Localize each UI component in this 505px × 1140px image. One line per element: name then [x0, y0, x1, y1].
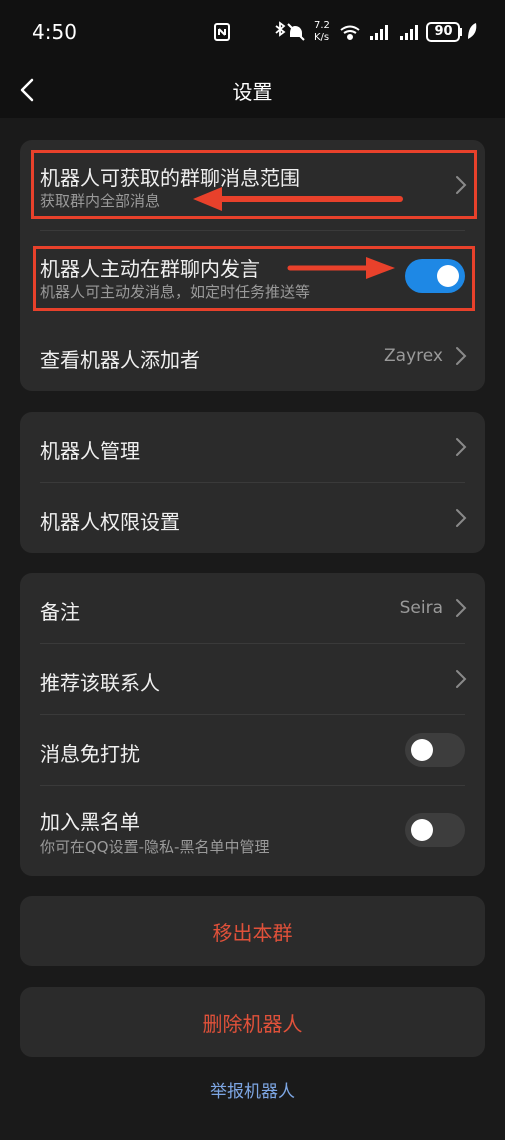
bot-manage-row[interactable]: 机器人管理 [20, 412, 485, 482]
recommend-title: 推荐该联系人 [40, 671, 160, 695]
report-bot-link[interactable]: 举报机器人 [0, 1077, 505, 1102]
chevron-right-icon [456, 599, 467, 617]
status-bar: 4:50 7.2 K/s 90 [0, 0, 505, 62]
bot-admin-card: 机器人管理 机器人权限设置 [20, 412, 485, 553]
chevron-right-icon [456, 347, 467, 365]
blacklist-toggle[interactable] [405, 813, 465, 847]
nfc-icon [214, 23, 230, 41]
remark-row[interactable]: 备注 Seira [20, 573, 485, 643]
bluetooth-icon [275, 21, 286, 37]
remove-from-group-button[interactable]: 移出本群 [20, 896, 485, 966]
bot-permissions-title: 机器人权限设置 [40, 510, 180, 534]
leaf-icon [468, 23, 477, 39]
divider [40, 230, 465, 231]
bot-permissions-row[interactable]: 机器人权限设置 [20, 483, 485, 553]
recommend-row[interactable]: 推荐该联系人 [20, 644, 485, 714]
blacklist-subtitle: 你可在QQ设置-隐私-黑名单中管理 [40, 838, 270, 856]
dnd-row: 消息免打扰 [20, 715, 485, 785]
view-adder-value: Zayrex [384, 346, 443, 366]
signal-icon [370, 25, 388, 40]
chevron-right-icon [456, 509, 467, 527]
remark-title: 备注 [40, 600, 80, 624]
toggle-knob [411, 739, 433, 761]
highlight-box [31, 150, 477, 219]
battery-level: 90 [434, 24, 453, 39]
contact-settings-card: 备注 Seira 推荐该联系人 消息免打扰 加入黑名单 你可在QQ设置-隐私-黑… [20, 573, 485, 876]
page-title: 设置 [232, 80, 273, 104]
remark-value: Seira [399, 598, 443, 618]
toggle-knob [411, 819, 433, 841]
net-speed-unit: K/s [314, 32, 330, 43]
blacklist-row: 加入黑名单 你可在QQ设置-隐私-黑名单中管理 [20, 786, 485, 876]
signal-icon-2 [400, 25, 418, 40]
blacklist-title: 加入黑名单 [40, 810, 140, 834]
status-icons: 7.2 K/s 90 [210, 18, 480, 46]
view-adder-row[interactable]: 查看机器人添加者 Zayrex [20, 321, 485, 391]
delete-bot-label: 删除机器人 [202, 1012, 303, 1036]
delete-bot-button[interactable]: 删除机器人 [20, 987, 485, 1057]
title-bar: 设置 [0, 62, 505, 118]
wifi-icon [340, 25, 360, 40]
dnd-title: 消息免打扰 [40, 742, 140, 766]
view-adder-title: 查看机器人添加者 [40, 348, 200, 372]
highlight-box [33, 246, 475, 311]
status-time: 4:50 [32, 20, 77, 44]
chevron-right-icon [456, 670, 467, 688]
bot-manage-title: 机器人管理 [40, 439, 140, 463]
net-speed-value: 7.2 [314, 20, 330, 31]
dnd-toggle[interactable] [405, 733, 465, 767]
mute-bell-icon [287, 23, 305, 41]
chevron-right-icon [456, 438, 467, 456]
remove-from-group-label: 移出本群 [212, 921, 293, 945]
